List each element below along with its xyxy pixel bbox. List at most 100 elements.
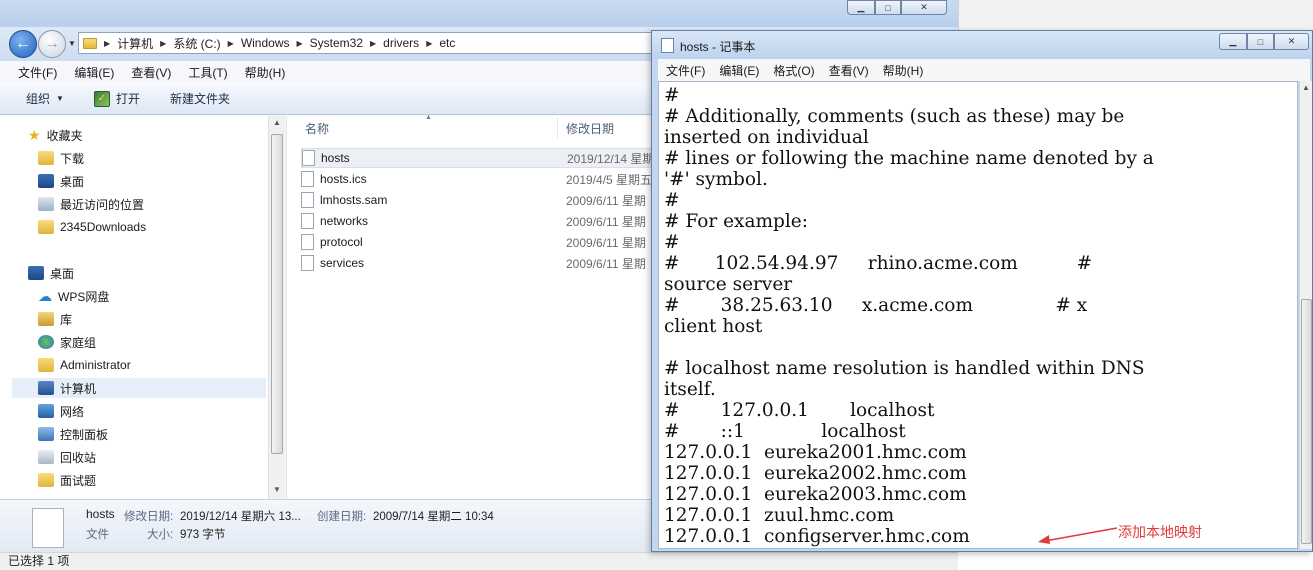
menu-file[interactable]: 文件(F) xyxy=(666,62,705,79)
menu-tools[interactable]: 工具(T) xyxy=(188,64,227,81)
notepad-scrollbar[interactable]: ▲ xyxy=(1299,81,1312,549)
file-icon xyxy=(301,234,314,250)
breadcrumb-windows[interactable]: Windows xyxy=(241,36,290,50)
file-icon xyxy=(301,192,314,208)
nav-scrollbar[interactable]: ▲ ▼ xyxy=(268,116,285,499)
close-button[interactable]: ✕ xyxy=(901,0,947,15)
nav-item-network[interactable]: 网络 xyxy=(38,401,84,421)
folder-icon xyxy=(38,220,54,234)
nav-favorites[interactable]: ★ 收藏夹 xyxy=(28,125,83,145)
notepad-window: hosts - 记事本 ▁ □ ✕ 文件(F) 编辑(E) 格式(O) 查看(V… xyxy=(651,30,1313,552)
status-text: 已选择 1 项 xyxy=(8,554,70,568)
nav-item-downloads[interactable]: 下载 xyxy=(38,148,84,168)
notepad-title-bar[interactable]: hosts - 记事本 ▁ □ ✕ xyxy=(652,31,1312,59)
file-icon xyxy=(301,255,314,271)
menu-help[interactable]: 帮助(H) xyxy=(883,62,924,79)
notepad-window-controls: ▁ □ ✕ xyxy=(1219,33,1309,50)
file-name: networks xyxy=(320,214,369,228)
minimize-button[interactable]: ▁ xyxy=(847,0,875,15)
breadcrumb-system-c[interactable]: 系统 (C:) xyxy=(173,35,220,52)
details-size-value: 973 字节 xyxy=(180,529,226,541)
menu-format[interactable]: 格式(O) xyxy=(773,62,814,79)
scroll-up-arrow-icon[interactable]: ▲ xyxy=(273,118,281,127)
text-line: # 127.0.0.1 localhost xyxy=(664,400,935,421)
breadcrumb-etc[interactable]: etc xyxy=(439,36,455,50)
file-name: protocol xyxy=(320,235,363,249)
menu-file[interactable]: 文件(F) xyxy=(18,64,57,81)
maximize-button[interactable]: □ xyxy=(1247,33,1274,50)
text-line: 127.0.0.1 eureka2003.hmc.com xyxy=(664,484,967,505)
menu-help[interactable]: 帮助(H) xyxy=(245,64,286,81)
nav-item-wps-cloud[interactable]: ☁ WPS网盘 xyxy=(38,286,109,306)
file-icon xyxy=(301,171,314,187)
file-name: lmhosts.sam xyxy=(320,193,388,207)
menu-view[interactable]: 查看(V) xyxy=(131,64,171,81)
text-line: itself. xyxy=(664,379,716,400)
recycle-bin-icon xyxy=(38,450,54,464)
nav-item-recycle-bin[interactable]: 回收站 xyxy=(38,447,96,467)
file-date: 2019/4/5 星期五 xyxy=(566,172,653,187)
chevron-right-icon[interactable]: ▶ xyxy=(104,39,110,48)
new-folder-label: 新建文件夹 xyxy=(169,92,230,106)
column-divider[interactable] xyxy=(557,118,558,138)
organize-button[interactable]: 组织 ▼ xyxy=(26,90,64,107)
open-button[interactable]: ✓ 打开 xyxy=(93,90,140,107)
background-window-strip xyxy=(958,0,1313,30)
chevron-right-icon[interactable]: ▶ xyxy=(160,39,166,48)
nav-item-administrator[interactable]: Administrator xyxy=(38,355,131,375)
scroll-thumb[interactable] xyxy=(1301,299,1312,544)
menu-view[interactable]: 查看(V) xyxy=(829,62,869,79)
nav-item-label: Administrator xyxy=(60,358,131,372)
scroll-up-arrow-icon[interactable]: ▲ xyxy=(1302,83,1310,92)
nav-item-homegroup[interactable]: 家庭组 xyxy=(38,332,96,352)
text-line: # xyxy=(664,232,680,253)
scroll-down-arrow-icon[interactable]: ▼ xyxy=(273,485,281,494)
forward-button[interactable]: → xyxy=(38,30,66,58)
text-line: inserted on individual xyxy=(664,127,869,148)
breadcrumb-drivers[interactable]: drivers xyxy=(383,36,419,50)
nav-item-2345downloads[interactable]: 2345Downloads xyxy=(38,217,146,237)
close-button[interactable]: ✕ xyxy=(1274,33,1309,50)
back-arrow-icon: ← xyxy=(15,35,31,52)
nav-desktop-root[interactable]: 桌面 xyxy=(28,263,74,283)
scroll-thumb[interactable] xyxy=(271,134,283,454)
folder-icon xyxy=(83,37,97,49)
nav-item-label: 最近访问的位置 xyxy=(60,197,145,212)
nav-item-desktop[interactable]: 桌面 xyxy=(38,171,84,191)
chevron-right-icon[interactable]: ▶ xyxy=(370,39,376,48)
recent-pages-dropdown-icon[interactable]: ▼ xyxy=(68,39,76,48)
chevron-right-icon[interactable]: ▶ xyxy=(228,39,234,48)
breadcrumb-computer[interactable]: 计算机 xyxy=(117,35,153,52)
menu-edit[interactable]: 编辑(E) xyxy=(74,64,114,81)
text-line: # localhost name resolution is handled w… xyxy=(664,358,1145,379)
text-line: # xyxy=(664,85,680,106)
nav-item-libraries[interactable]: 库 xyxy=(38,309,72,329)
text-line: 127.0.0.1 eureka2001.hmc.com xyxy=(664,442,967,463)
file-date: 2009/6/11 星期 xyxy=(566,193,646,208)
column-header-name[interactable]: 名称 xyxy=(305,120,329,137)
file-icon xyxy=(301,213,314,229)
nav-item-control-panel[interactable]: 控制面板 xyxy=(38,424,108,444)
menu-edit[interactable]: 编辑(E) xyxy=(719,62,759,79)
chevron-right-icon[interactable]: ▶ xyxy=(426,39,432,48)
nav-item-computer[interactable]: 计算机 xyxy=(12,378,266,398)
recent-places-icon xyxy=(38,197,54,211)
nav-item-label: 控制面板 xyxy=(60,427,109,442)
back-button[interactable]: ← xyxy=(9,30,37,58)
details-created-value: 2009/7/14 星期二 10:34 xyxy=(373,511,494,523)
address-bar[interactable]: ▶ 计算机 ▶ 系统 (C:) ▶ Windows ▶ System32 ▶ d… xyxy=(78,32,678,54)
nav-item-label: 下载 xyxy=(60,151,85,166)
file-name: services xyxy=(320,256,365,270)
nav-item-recent-places[interactable]: 最近访问的位置 xyxy=(38,194,144,214)
chevron-right-icon[interactable]: ▶ xyxy=(297,39,303,48)
breadcrumb-system32[interactable]: System32 xyxy=(310,36,363,50)
notepad-text-area[interactable]: # # Additionally, comments (such as thes… xyxy=(658,81,1298,549)
downloads-folder-icon xyxy=(38,151,54,165)
new-folder-button[interactable]: 新建文件夹 xyxy=(170,90,230,107)
folder-icon xyxy=(38,473,54,487)
maximize-button[interactable]: □ xyxy=(875,0,901,15)
nav-item-interview[interactable]: 面试题 xyxy=(38,470,96,490)
minimize-button[interactable]: ▁ xyxy=(1219,33,1247,50)
text-line: # For example: xyxy=(664,211,808,232)
column-header-date[interactable]: 修改日期 xyxy=(566,120,614,137)
